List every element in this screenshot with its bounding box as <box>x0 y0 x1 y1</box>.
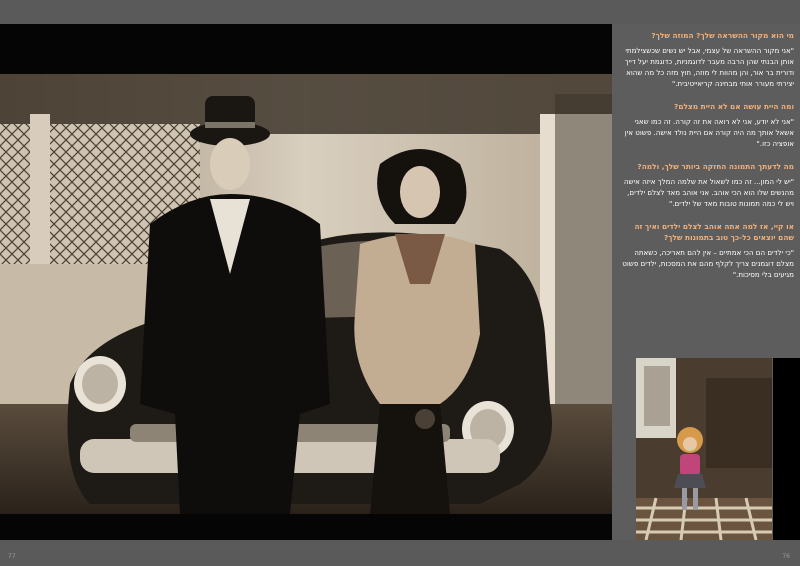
question-1: מי הוא מקור ההשראה שלך? המוזה שלך? <box>651 31 794 40</box>
answer-1: "אני מקור ההשראה של עצמי, אבל יש נשים שכ… <box>624 46 794 88</box>
main-photo <box>0 74 612 514</box>
page-number-right: 76 <box>782 553 790 560</box>
couple-car-photo <box>0 74 612 514</box>
girl-photo <box>636 358 772 540</box>
answer-4: "כי ילדים הם הכי אמתיים – אין להם תאריכה… <box>622 248 794 279</box>
answer-2: "אני לא יודע, אני לא רואה את זה קורה. זה… <box>624 117 794 148</box>
question-3: מה לדעתך התמונה החזקה ביותר שלך, ולמה? <box>637 162 794 171</box>
interview-text: מי הוא מקור ההשראה שלך? המוזה שלך? "אני … <box>620 30 794 292</box>
question-4: או קיי, אז למה אתה אוהב לצלם ילדים ואיך … <box>634 222 794 242</box>
answer-3: "יש לי המון... זה כמו לשאול את שלמה המלך… <box>623 177 794 208</box>
page-number-left: 77 <box>8 553 16 560</box>
question-2: ומה היית עושה אם לא היית מצלם? <box>674 102 794 111</box>
black-strip <box>773 358 800 540</box>
magazine-spread: מי הוא מקור ההשראה שלך? המוזה שלך? "אני … <box>0 0 800 566</box>
left-page <box>0 24 612 540</box>
child-photo <box>636 358 772 540</box>
